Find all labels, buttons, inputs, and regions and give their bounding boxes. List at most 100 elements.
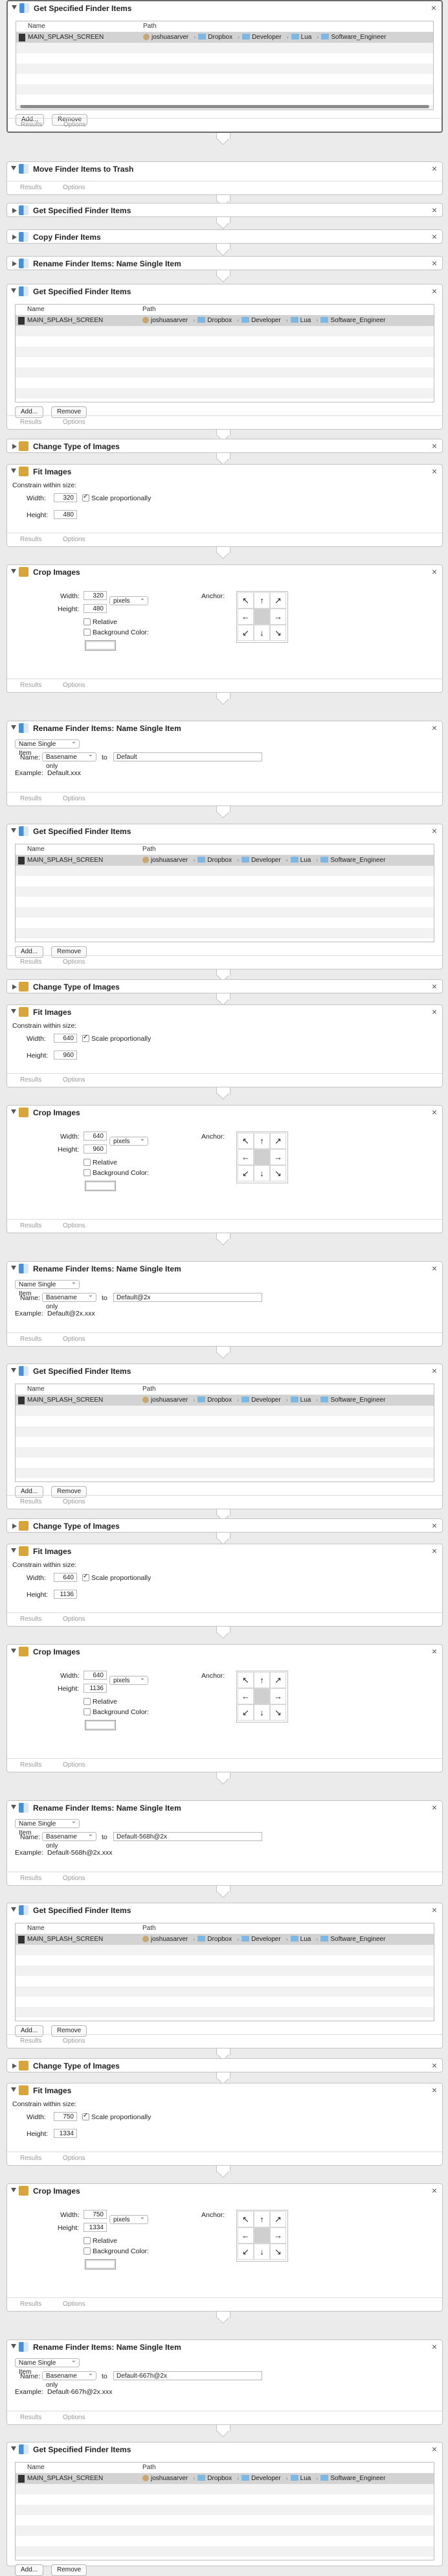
action-9[interactable]: Crop Images × Width: 320pixels Height: 480 Rel… — [6, 564, 443, 693]
anchor-arrow-icon[interactable]: ↙ — [238, 2244, 254, 2260]
scale-proportionally-checkbox[interactable] — [82, 1573, 89, 1581]
anchor-arrow-icon[interactable]: ← — [238, 1149, 254, 1165]
options-tab[interactable]: Options — [63, 1498, 85, 1505]
close-icon[interactable]: × — [432, 286, 437, 296]
disclosure-expanded-icon[interactable] — [11, 1548, 16, 1553]
anchor-arrow-icon[interactable]: ↘ — [270, 2244, 286, 2260]
results-tab[interactable]: Results — [20, 795, 41, 802]
column-name[interactable]: Name — [27, 306, 45, 313]
results-tab[interactable]: Results — [20, 682, 41, 689]
options-tab[interactable]: Options — [63, 1875, 85, 1882]
anchor-arrow-icon[interactable]: ↘ — [270, 1704, 286, 1721]
close-icon[interactable]: × — [432, 1802, 437, 1813]
rename-mode-popup[interactable]: Name Single Item — [15, 1817, 80, 1837]
options-tab[interactable]: Options — [63, 682, 85, 689]
results-tab[interactable]: Results — [20, 536, 41, 543]
action-header[interactable]: Get Specified Finder Items × — [8, 1, 442, 16]
anchor-arrow-icon[interactable]: → — [270, 1149, 286, 1165]
results-tab[interactable]: Results — [21, 121, 42, 128]
units-popup[interactable]: pixels — [109, 2213, 148, 2224]
anchor-arrow-icon[interactable]: ↗ — [270, 1133, 286, 1149]
disclosure-expanded-icon[interactable] — [11, 288, 16, 293]
action-header[interactable]: Rename Finder Items: Name Single Item × — [7, 1262, 442, 1276]
action-header[interactable]: Get Specified Finder Items × — [7, 2443, 442, 2457]
action-14[interactable]: Crop Images × Width: 640pixels Height: 960 Rel… — [6, 1105, 443, 1233]
anchor-arrow-icon[interactable]: ← — [238, 1688, 254, 1704]
anchor-arrow-icon[interactable]: ↙ — [238, 625, 254, 641]
results-tab[interactable]: Results — [20, 958, 41, 966]
rename-mode-popup[interactable]: Name Single Item — [15, 1278, 80, 1297]
action-5[interactable]: Rename Finder Items: Name Single Item × — [6, 256, 443, 270]
table-row[interactable]: MAIN_SPLASH_SCREEN joshuasarver › Dropbox › D… — [16, 316, 434, 326]
anchor-arrow-icon[interactable]: ↗ — [270, 2211, 286, 2227]
column-path[interactable]: Path — [142, 1925, 156, 1932]
units-popup[interactable]: pixels — [109, 1135, 148, 1146]
color-well[interactable] — [85, 640, 116, 651]
width-field[interactable]: 640 — [84, 1671, 107, 1680]
new-name-field[interactable]: Default — [113, 752, 262, 761]
height-field[interactable]: 1136 — [84, 1684, 107, 1693]
table-row[interactable]: MAIN_SPLASH_SCREEN joshuasarver › Dropbox › D… — [16, 855, 434, 866]
background-color-checkbox[interactable] — [84, 629, 91, 636]
width-field[interactable]: 750 — [84, 2210, 107, 2219]
action-13[interactable]: Fit Images × Constrain within size: Width: 6… — [6, 1004, 443, 1087]
height-field[interactable]: 960 — [54, 1050, 77, 1060]
column-name[interactable]: Name — [27, 2464, 45, 2471]
close-icon[interactable]: × — [432, 566, 437, 577]
width-field[interactable]: 750 — [54, 2112, 77, 2121]
results-tab[interactable]: Results — [20, 1875, 41, 1882]
action-header[interactable]: Fit Images × — [7, 1544, 442, 1559]
column-name[interactable]: Name — [27, 846, 45, 853]
options-tab[interactable]: Options — [63, 121, 85, 128]
options-tab[interactable]: Options — [63, 1336, 85, 1343]
background-color-checkbox[interactable] — [84, 1169, 91, 1176]
height-field[interactable]: 1136 — [54, 1590, 77, 1599]
new-name-field[interactable]: Default@2x — [113, 1293, 262, 1302]
action-1[interactable]: Get Specified Finder Items × Name Path MAIN_… — [6, 0, 443, 133]
basename-popup[interactable]: Basename only — [42, 1291, 96, 1310]
anchor-arrow-icon[interactable]: ↗ — [270, 592, 286, 609]
width-field[interactable]: 640 — [54, 1034, 77, 1043]
options-tab[interactable]: Options — [63, 795, 85, 802]
anchor-arrow-icon[interactable]: ↑ — [254, 1672, 270, 1688]
action-header[interactable]: Crop Images × — [7, 565, 442, 579]
disclosure-expanded-icon[interactable] — [11, 1649, 16, 1653]
action-10[interactable]: Rename Finder Items: Name Single Item × Na… — [6, 721, 443, 806]
results-tab[interactable]: Results — [20, 1076, 41, 1084]
close-icon[interactable]: × — [432, 1905, 437, 1915]
action-2[interactable]: Move Finder Items to Trash × Results Option… — [6, 161, 443, 195]
options-tab[interactable]: Options — [63, 536, 85, 543]
anchor-arrow-icon[interactable]: → — [270, 2227, 286, 2244]
options-tab[interactable]: Options — [63, 2301, 85, 2308]
rename-mode-popup[interactable]: Name Single Item — [15, 2356, 80, 2376]
close-icon[interactable]: × — [432, 205, 437, 215]
options-tab[interactable]: Options — [63, 2037, 85, 2045]
results-tab[interactable]: Results — [20, 1761, 41, 1769]
background-color-checkbox[interactable] — [84, 1708, 91, 1715]
action-7[interactable]: Change Type of Images × — [6, 439, 443, 453]
close-icon[interactable]: × — [431, 3, 436, 13]
action-header[interactable]: Get Specified Finder Items × — [7, 824, 442, 839]
action-header[interactable]: Crop Images × — [7, 1645, 442, 1659]
anchor-arrow-icon[interactable]: ↑ — [254, 592, 270, 609]
action-header[interactable]: Crop Images × — [7, 2184, 442, 2198]
anchor-arrow-icon[interactable]: ↖ — [238, 2211, 254, 2227]
action-header[interactable]: Get Specified Finder Items × — [7, 284, 442, 299]
action-header[interactable]: Change Type of Images × — [7, 1519, 442, 1533]
width-field[interactable]: 320 — [54, 493, 77, 502]
results-tab[interactable]: Results — [20, 2414, 41, 2421]
table-row[interactable]: MAIN_SPLASH_SCREEN joshuasarver › Dropbox › D… — [16, 1934, 434, 1945]
action-19[interactable]: Crop Images × Width: 640pixels Height: 1136 Re… — [6, 1644, 443, 1772]
disclosure-collapsed-icon[interactable] — [12, 2063, 17, 2069]
action-17[interactable]: Change Type of Images × — [6, 1518, 443, 1533]
close-icon[interactable]: × — [432, 826, 437, 836]
close-icon[interactable]: × — [432, 1365, 437, 1376]
close-icon[interactable]: × — [432, 2444, 437, 2454]
close-icon[interactable]: × — [432, 2085, 437, 2095]
results-tab[interactable]: Results — [20, 1222, 41, 1229]
close-icon[interactable]: × — [432, 2060, 437, 2071]
table-row[interactable]: MAIN_SPLASH_SCREEN joshuasarver › Dropbox › D… — [16, 2474, 434, 2484]
action-header[interactable]: Crop Images × — [7, 1106, 442, 1120]
column-name[interactable]: Name — [28, 23, 45, 30]
anchor-center[interactable] — [254, 2227, 270, 2244]
